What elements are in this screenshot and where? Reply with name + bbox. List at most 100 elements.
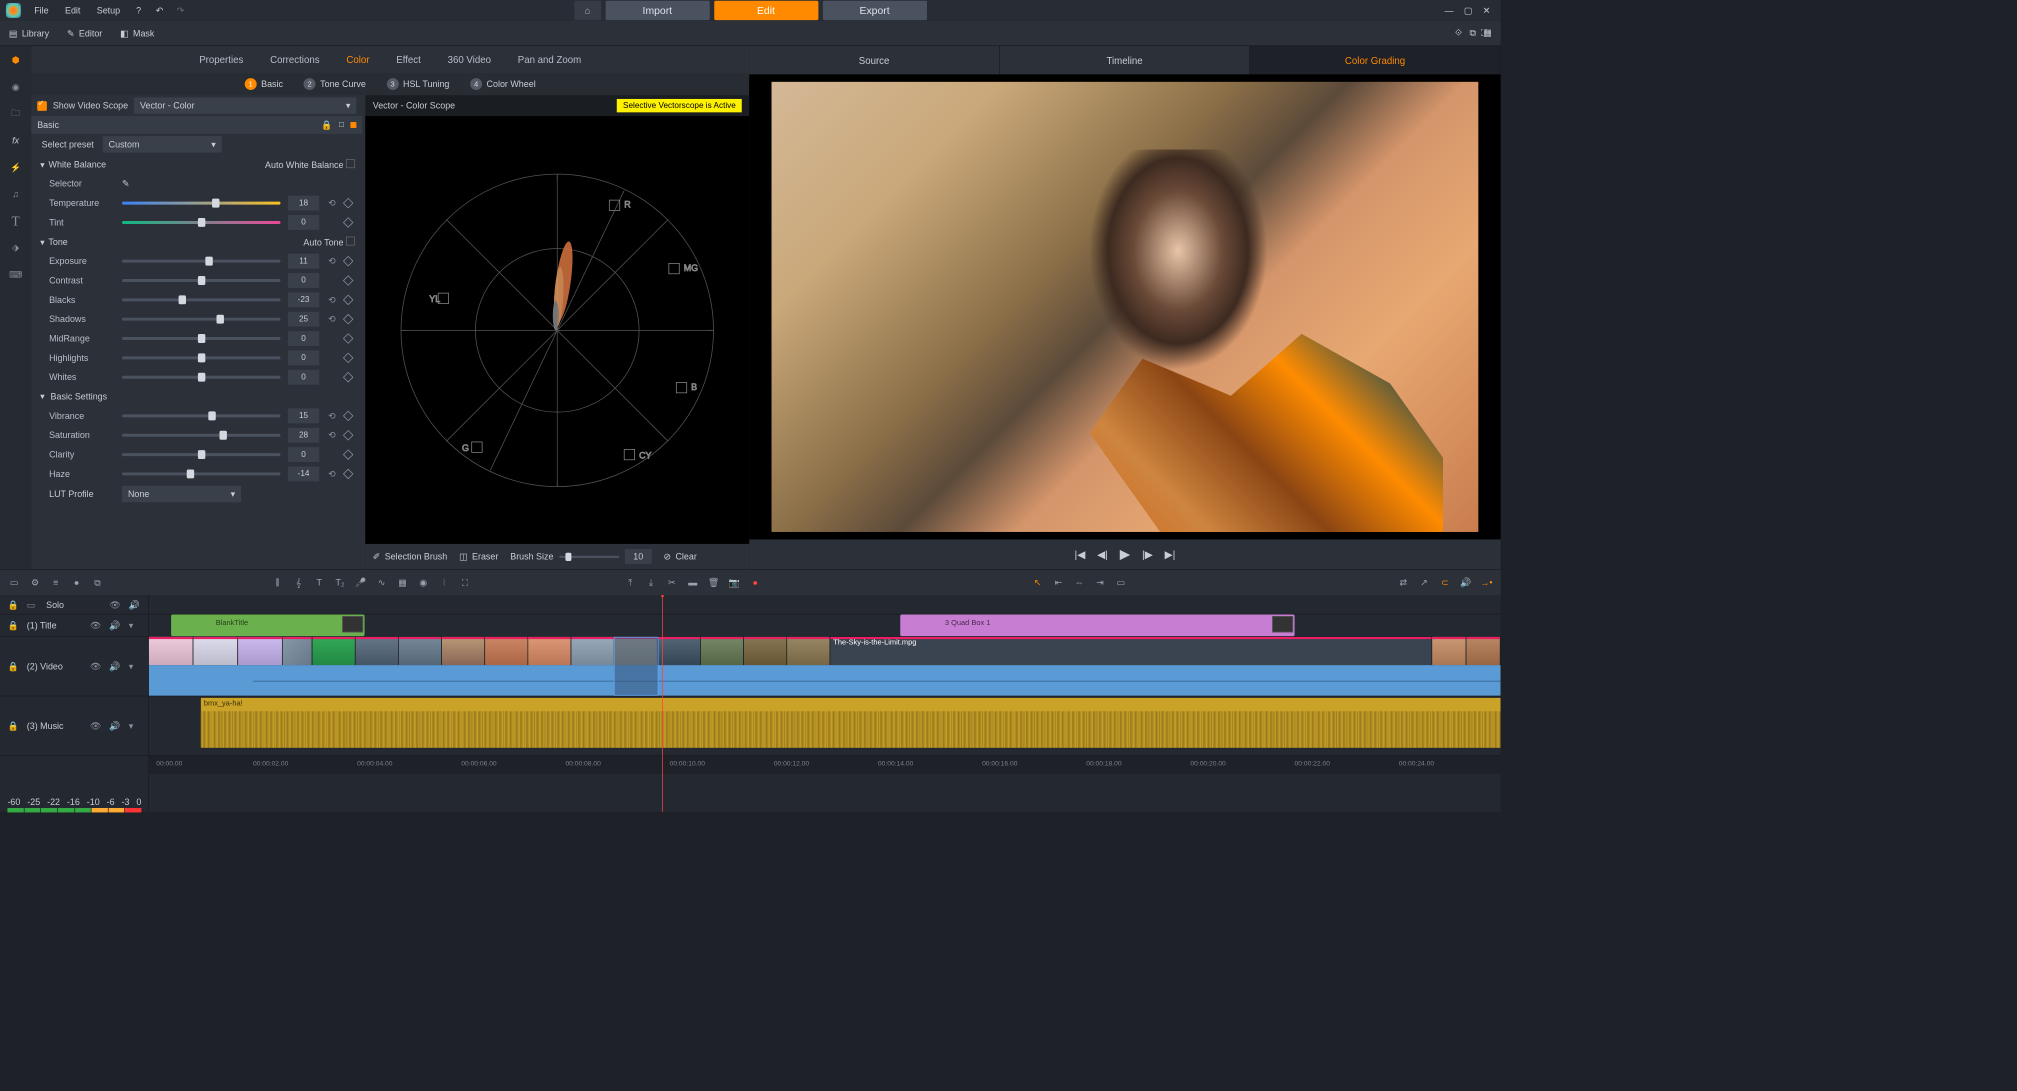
eye-icon[interactable]: 👁 [109,599,121,609]
tab-source[interactable]: Source [749,46,999,74]
go-end-icon[interactable]: ▶| [1165,548,1176,561]
video-clip[interactable] [399,637,442,665]
keyframe-icon[interactable] [343,449,354,460]
lock-icon[interactable]: 🔒 [7,721,19,731]
collapse-icon[interactable]: ▼ [39,161,46,169]
help-icon[interactable]: ? [130,2,146,18]
speaker-icon[interactable]: 🔊 [109,721,121,731]
folder-icon[interactable]: 🗀 [7,106,23,122]
highlights-value[interactable]: 0 [288,350,319,365]
menu-file[interactable]: File [27,2,56,18]
eye-icon[interactable]: 👁 [90,620,102,630]
vectorscope-display[interactable]: R MG B CY G YL [365,116,749,544]
bolt-icon[interactable]: ⚡ [7,159,23,175]
import-button[interactable]: Import [605,1,709,20]
more-icon[interactable]: →• [1480,576,1493,589]
midrange-slider[interactable] [122,337,280,340]
lock-icon[interactable]: 🔒 [321,120,332,130]
video-clip[interactable] [1466,637,1500,665]
video-clip[interactable] [787,637,830,665]
auto-tone-checkbox[interactable] [346,236,355,245]
lock-all-icon[interactable]: 🔒 [7,599,19,609]
keyframe-icon[interactable] [343,295,354,306]
treble-icon[interactable]: 𝄞 [292,576,305,589]
eye-icon[interactable]: 👁 [90,721,102,731]
subtab-hsl[interactable]: 3HSL Tuning [387,78,450,90]
video-clip[interactable] [658,637,701,665]
subtab-basic[interactable]: 1Basic [245,78,283,90]
blacks-slider[interactable] [122,298,280,301]
step-back-icon[interactable]: ◀| [1097,548,1108,561]
select-rect-icon[interactable]: ▭ [1114,576,1127,589]
keyframe-icon[interactable] [343,353,354,364]
midrange-value[interactable]: 0 [288,331,319,346]
whites-slider[interactable] [122,376,280,379]
clip-icon[interactable]: ▬ [686,576,699,589]
tab-color-grading[interactable]: Color Grading [1250,46,1500,74]
keyframe-icon[interactable] [343,217,354,228]
home-button[interactable]: ⌂ [574,1,601,20]
video-clip[interactable] [238,637,283,665]
vibrance-value[interactable]: 15 [288,408,319,423]
speaker-icon[interactable]: 🔊 [109,661,121,671]
speaker-icon[interactable]: 🔊 [1459,576,1472,589]
tab-color[interactable]: Color [346,54,369,65]
keyframe-icon[interactable] [343,411,354,422]
preset-dropdown[interactable]: Custom▾ [103,136,222,152]
edit-button[interactable]: Edit [714,1,818,20]
time-ruler[interactable]: 00:00.00 00:00:02.00 00:00:04.00 00:00:0… [149,756,1501,774]
tab-effect[interactable]: Effect [396,54,421,65]
trash-icon[interactable]: 🗑 [707,576,720,589]
tab-timeline[interactable]: Timeline [1000,46,1250,74]
fx-icon[interactable]: fx [7,132,23,148]
keyframe-icon[interactable] [343,430,354,441]
bracket-mid-icon[interactable]: ⇔ [1072,576,1085,589]
mixer-icon[interactable]: ⚙ [28,576,41,589]
selection-brush-tool[interactable]: ✐Selection Brush [373,551,447,561]
step-forward-icon[interactable]: |▶ [1142,548,1153,561]
title-clip-1[interactable]: BlankTitle [171,615,364,637]
reset-icon[interactable]: ⟲ [327,411,337,421]
reset-icon[interactable]: ⟲ [327,198,337,208]
display-icon[interactable]: ▭ [7,576,20,589]
video-track[interactable]: The-Sky-is-the-Limit.mpg [149,637,1501,697]
link-icon[interactable]: ⌇ [437,576,450,589]
track-ruler[interactable] [149,595,1501,614]
contrast-slider[interactable] [122,279,280,282]
exposure-slider[interactable] [122,260,280,263]
tab-360video[interactable]: 360 Video [448,54,491,65]
tint-slider[interactable] [122,221,280,224]
title-track[interactable]: BlankTitle 3 Quad Box 1 [149,615,1501,637]
video-clip[interactable] [571,637,614,665]
tab-panzoom[interactable]: Pan and Zoom [518,54,581,65]
video-clip[interactable] [485,637,528,665]
razor-icon[interactable]: ✂ [665,576,678,589]
clarity-slider[interactable] [122,453,280,456]
temperature-value[interactable]: 18 [288,196,319,211]
haze-slider[interactable] [122,472,280,475]
video-clip[interactable] [149,637,194,665]
lock-icon[interactable]: 🔒 [7,661,19,671]
video-clip[interactable] [356,637,399,665]
auto-wb-checkbox[interactable] [346,159,355,168]
scope-type-dropdown[interactable]: Vector - Color▾ [134,97,356,113]
redo-icon[interactable]: ↷ [172,2,188,18]
brush-size-value[interactable]: 10 [625,549,652,564]
collapse-icon[interactable]: ▼ [39,392,46,400]
copy-icon[interactable]: ⧉ [1469,28,1475,39]
menu-edit[interactable]: Edit [58,2,88,18]
reset-icon[interactable]: ⟲ [327,314,337,324]
keyframe-icon[interactable] [343,275,354,286]
curve-icon[interactable]: ∿ [375,576,388,589]
clear-selection-button[interactable]: ⊘Clear [664,551,697,561]
keyboard-icon[interactable]: ⌨ [7,266,23,282]
exposure-value[interactable]: 11 [288,254,319,269]
marker-in-icon[interactable]: ⤒ [623,576,636,589]
reset-icon[interactable]: ⟲ [327,295,337,305]
tab-properties[interactable]: Properties [199,54,243,65]
video-clip[interactable] [442,637,485,665]
video-clip[interactable] [193,637,238,665]
mic-icon[interactable]: 🎤 [354,576,367,589]
video-clip[interactable] [744,637,787,665]
disc-icon[interactable]: ◉ [7,79,23,95]
